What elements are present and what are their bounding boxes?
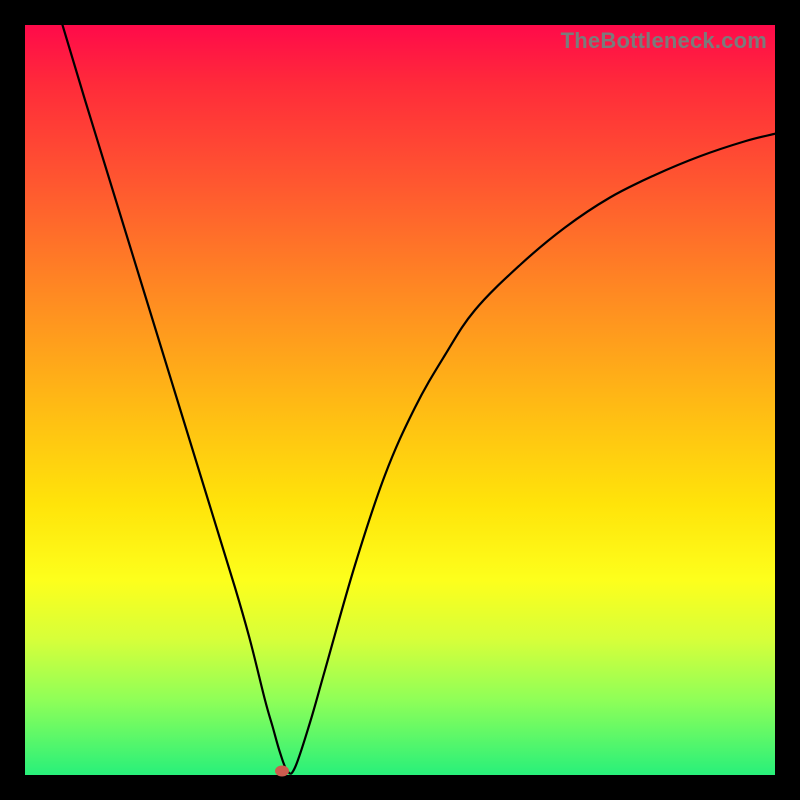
plot-area: TheBottleneck.com (25, 25, 775, 775)
curve-line (63, 25, 776, 774)
curve-layer (25, 25, 775, 775)
minimum-marker (275, 765, 289, 776)
watermark-text: TheBottleneck.com (561, 28, 767, 54)
chart-frame: TheBottleneck.com (0, 0, 800, 800)
